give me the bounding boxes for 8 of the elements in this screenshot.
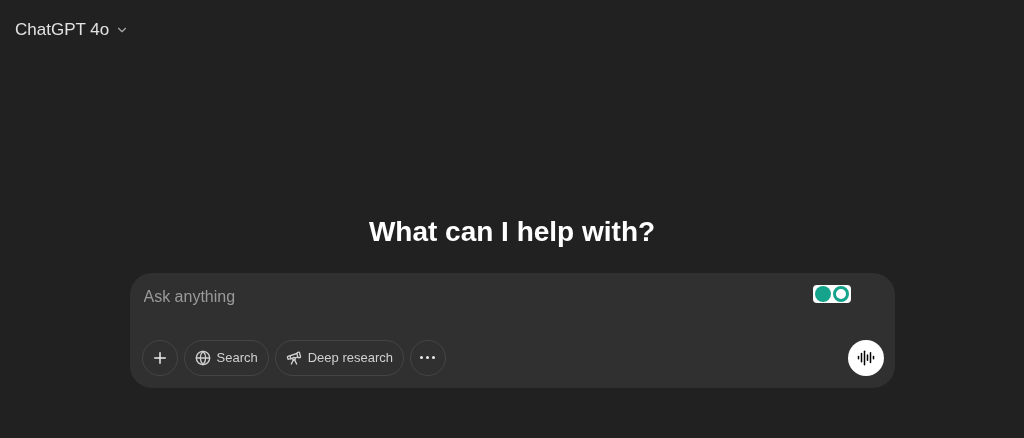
voice-button[interactable] <box>847 339 884 376</box>
telescope-icon <box>285 349 302 366</box>
model-selector[interactable]: ChatGPT 4o <box>15 17 130 43</box>
globe-icon <box>194 349 211 366</box>
prompt-input[interactable]: Ask anything <box>143 284 544 309</box>
more-icon <box>420 356 436 359</box>
greeting-heading: What can I help with? <box>368 214 656 249</box>
sound-wave-icon <box>856 348 875 367</box>
